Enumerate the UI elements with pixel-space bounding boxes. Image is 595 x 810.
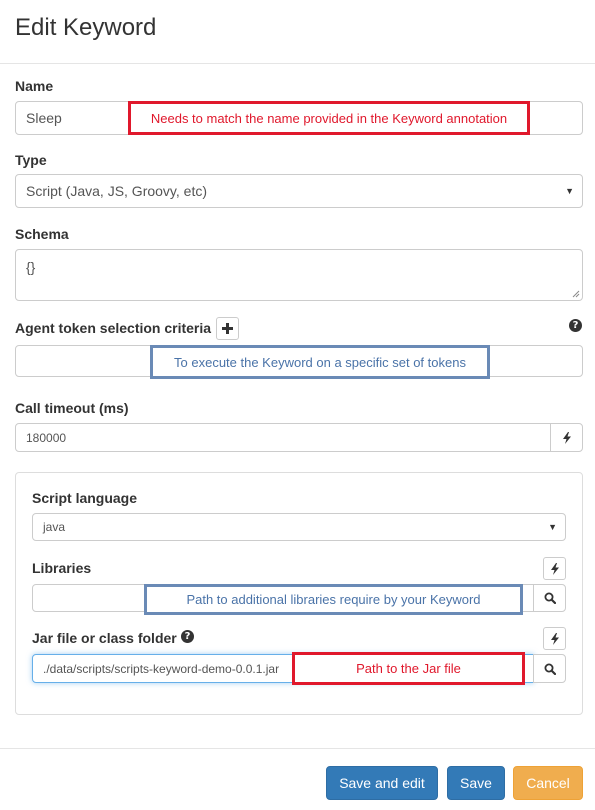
name-value: Sleep xyxy=(26,110,62,126)
type-select[interactable]: Script (Java, JS, Groovy, etc) ▼ xyxy=(15,174,583,208)
question-circle-icon[interactable]: ? xyxy=(181,630,194,643)
modal-footer: Save and edit Save Cancel xyxy=(0,748,595,810)
plus-icon xyxy=(222,323,233,334)
schema-label: Schema xyxy=(15,226,69,242)
bolt-icon xyxy=(550,562,559,575)
add-token-criteria-button[interactable] xyxy=(216,317,239,340)
libraries-dynamic-button[interactable] xyxy=(543,557,566,580)
modal-header: Edit Keyword xyxy=(0,0,595,64)
save-button[interactable]: Save xyxy=(447,766,505,800)
jar-value: ./data/scripts/scripts-keyword-demo-0.0.… xyxy=(43,661,280,676)
bolt-icon xyxy=(550,632,559,645)
schema-textarea[interactable]: {} xyxy=(15,249,583,301)
search-icon xyxy=(544,592,556,604)
search-icon xyxy=(544,663,556,675)
script-language-value: java xyxy=(43,520,66,534)
call-timeout-dynamic-button[interactable] xyxy=(550,423,583,452)
jar-dynamic-button[interactable] xyxy=(543,627,566,650)
jar-label: Jar file or class folder xyxy=(32,630,177,646)
type-label: Type xyxy=(15,152,47,168)
caret-down-icon: ▼ xyxy=(565,186,574,196)
script-language-label: Script language xyxy=(32,490,138,506)
type-value: Script (Java, JS, Groovy, etc) xyxy=(26,183,208,199)
call-timeout-label: Call timeout (ms) xyxy=(15,400,129,416)
libraries-annotation: Path to additional libraries require by … xyxy=(144,584,523,615)
cancel-button[interactable]: Cancel xyxy=(513,766,583,800)
call-timeout-input[interactable]: 180000 xyxy=(15,423,551,452)
question-circle-icon[interactable]: ? xyxy=(569,319,582,332)
modal-title: Edit Keyword xyxy=(15,14,157,41)
call-timeout-value: 180000 xyxy=(26,430,67,445)
libraries-search-button[interactable] xyxy=(533,584,566,612)
name-annotation: Needs to match the name provided in the … xyxy=(128,101,530,135)
schema-value: {} xyxy=(26,259,36,275)
bolt-icon xyxy=(562,431,571,444)
jar-search-button[interactable] xyxy=(533,654,566,683)
save-and-edit-button[interactable]: Save and edit xyxy=(326,766,438,800)
jar-annotation: Path to the Jar file xyxy=(292,652,525,685)
libraries-label: Libraries xyxy=(32,560,92,576)
resize-handle-icon[interactable] xyxy=(572,290,580,298)
caret-down-icon: ▼ xyxy=(548,522,557,532)
token-annotation: To execute the Keyword on a specific set… xyxy=(150,345,490,379)
name-label: Name xyxy=(15,78,54,94)
script-language-select[interactable]: java ▼ xyxy=(32,513,566,541)
agent-token-label: Agent token selection criteria xyxy=(15,320,212,336)
